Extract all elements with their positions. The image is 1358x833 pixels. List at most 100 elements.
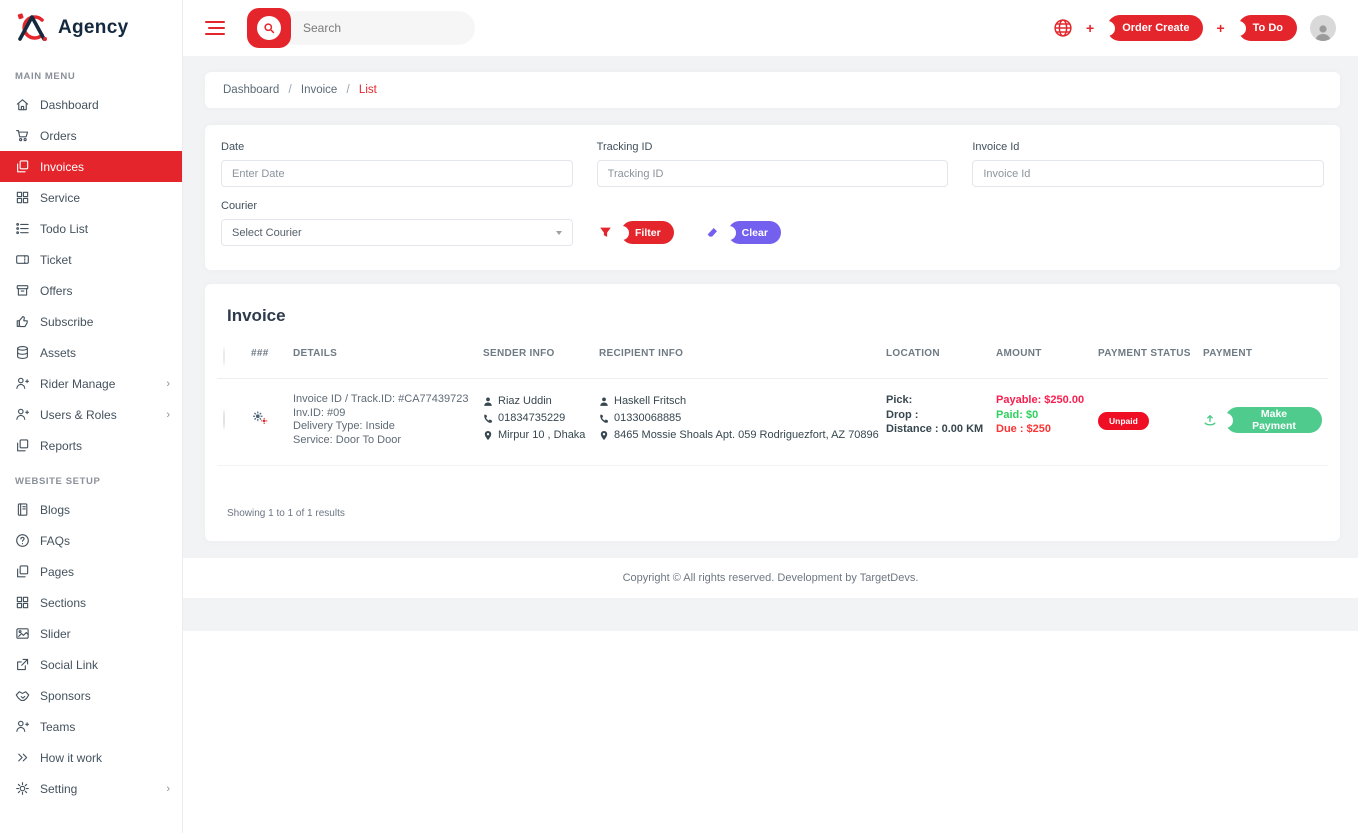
location-pick: Pick: [886, 393, 996, 408]
detail-service: Service: Door To Door [293, 434, 483, 448]
sidebar-item-teams[interactable]: Teams [0, 711, 182, 742]
order-create-plus-icon[interactable]: + [1086, 20, 1094, 36]
sidebar-item-subscribe[interactable]: Subscribe [0, 306, 182, 337]
sidebar-item-reports[interactable]: Reports [0, 430, 182, 461]
cogs-actions-icon[interactable] [251, 410, 268, 425]
tracking-id-input[interactable] [597, 160, 949, 187]
sidebar-item-offers[interactable]: Offers [0, 275, 182, 306]
grid-icon [15, 595, 30, 610]
db-icon [15, 345, 30, 360]
breadcrumb-separator: / [288, 84, 291, 96]
menu-toggle-icon[interactable] [205, 21, 225, 35]
todo-plus-icon[interactable]: + [1216, 20, 1224, 36]
phone-icon [599, 413, 609, 424]
search-icon [257, 16, 281, 40]
location-pin-icon [483, 430, 493, 441]
chevrons-icon [15, 750, 30, 765]
column-amount: AMOUNT [996, 348, 1098, 359]
sidebar-item-invoices[interactable]: Invoices [0, 151, 182, 182]
row-checkbox[interactable] [223, 410, 225, 429]
invoice-id-label: Invoice Id [972, 141, 1324, 153]
order-create-button[interactable]: Order Create [1107, 15, 1203, 41]
person-icon [483, 396, 493, 407]
sidebar-item-label: Dashboard [40, 98, 99, 112]
clear-button[interactable]: Clear [728, 221, 781, 244]
sidebar-item-service[interactable]: Service [0, 182, 182, 213]
sidebar-item-faqs[interactable]: FAQs [0, 525, 182, 556]
gear-icon [15, 781, 30, 796]
chevron-right-icon: › [166, 783, 170, 795]
brand-name: Agency [58, 17, 128, 39]
detail-track-id: Invoice ID / Track.ID: #CA77439723 [293, 393, 483, 407]
sidebar-item-orders[interactable]: Orders [0, 120, 182, 151]
share-icon [15, 657, 30, 672]
invoice-table-header: ### DETAILS SENDER INFO RECIPIENT INFO L… [217, 348, 1328, 379]
results-summary: Showing 1 to 1 of 1 results [227, 508, 1328, 519]
sidebar-item-label: Setting [40, 782, 77, 796]
select-all-checkbox[interactable] [223, 347, 225, 366]
sidebar-item-sponsors[interactable]: Sponsors [0, 680, 182, 711]
search-button[interactable] [247, 8, 291, 48]
filter-button[interactable]: Filter [621, 221, 674, 244]
column-recipient-info: RECIPIENT INFO [599, 348, 886, 359]
sidebar-item-blogs[interactable]: Blogs [0, 494, 182, 525]
sidebar-item-dashboard[interactable]: Dashboard [0, 89, 182, 120]
sidebar-item-label: Slider [40, 627, 71, 641]
sidebar-item-label: Invoices [40, 160, 84, 174]
sidebar-item-label: Assets [40, 346, 76, 360]
user-icon [15, 719, 30, 734]
sidebar-item-label: Ticket [40, 253, 72, 267]
cart-icon [15, 128, 30, 143]
sidebar-item-setting[interactable]: Setting › [0, 773, 182, 804]
grid-icon [15, 190, 30, 205]
user-avatar[interactable] [1310, 15, 1336, 41]
sidebar-item-social-link[interactable]: Social Link [0, 649, 182, 680]
sidebar-item-users-roles[interactable]: Users & Roles› [0, 399, 182, 430]
invoice-id-input[interactable] [972, 160, 1324, 187]
sidebar-item-label: Rider Manage [40, 377, 115, 391]
recipient-name: Haskell Fritsch [614, 393, 686, 410]
payment-cell: Make Payment [1203, 407, 1322, 433]
todo-icon [15, 221, 30, 236]
sidebar-item-sections[interactable]: Sections [0, 587, 182, 618]
courier-label: Courier [221, 200, 573, 212]
location-distance: Distance : 0.00 KM [886, 422, 996, 437]
main-content: Dashboard / Invoice / List Date Tracking… [183, 56, 1358, 631]
sender-name: Riaz Uddin [498, 393, 552, 410]
location-pin-icon [599, 430, 609, 441]
brand-logo[interactable]: Agency [0, 0, 182, 56]
archive-icon [15, 283, 30, 298]
breadcrumb-dashboard[interactable]: Dashboard [223, 84, 279, 96]
sidebar-item-slider[interactable]: Slider [0, 618, 182, 649]
pages-icon [15, 564, 30, 579]
column-details: DETAILS [293, 348, 483, 359]
phone-icon [483, 413, 493, 424]
sidebar-item-label: Sections [40, 596, 86, 610]
sidebar-item-how-it-work[interactable]: How it work [0, 742, 182, 773]
sidebar-item-label: Offers [40, 284, 72, 298]
language-globe-icon[interactable] [1053, 18, 1073, 38]
sidebar-item-label: Social Link [40, 658, 98, 672]
column-sender-info: SENDER INFO [483, 348, 599, 359]
courier-select[interactable]: Select Courier [221, 219, 573, 246]
todo-button[interactable]: To Do [1238, 15, 1297, 41]
chevron-down-icon [556, 231, 562, 235]
handshake-icon [15, 688, 30, 703]
invoice-title: Invoice [227, 306, 1328, 326]
sidebar-item-pages[interactable]: Pages [0, 556, 182, 587]
invoice-icon [15, 159, 30, 174]
sidebar-item-ticket[interactable]: Ticket [0, 244, 182, 275]
courier-selected-value: Select Courier [232, 227, 302, 239]
sidebar-item-todo-list[interactable]: Todo List [0, 213, 182, 244]
pages-icon [15, 438, 30, 453]
date-input[interactable] [221, 160, 573, 187]
make-payment-button[interactable]: Make Payment [1225, 407, 1322, 433]
search-input[interactable] [277, 11, 475, 45]
sidebar-item-rider-manage[interactable]: Rider Manage› [0, 368, 182, 399]
amount-due: Due : $250 [996, 422, 1098, 437]
row-actions-cell [251, 410, 293, 430]
detail-delivery-type: Delivery Type: Inside [293, 420, 483, 434]
location-drop: Drop : [886, 408, 996, 423]
breadcrumb-invoice[interactable]: Invoice [301, 84, 337, 96]
sidebar-item-assets[interactable]: Assets [0, 337, 182, 368]
